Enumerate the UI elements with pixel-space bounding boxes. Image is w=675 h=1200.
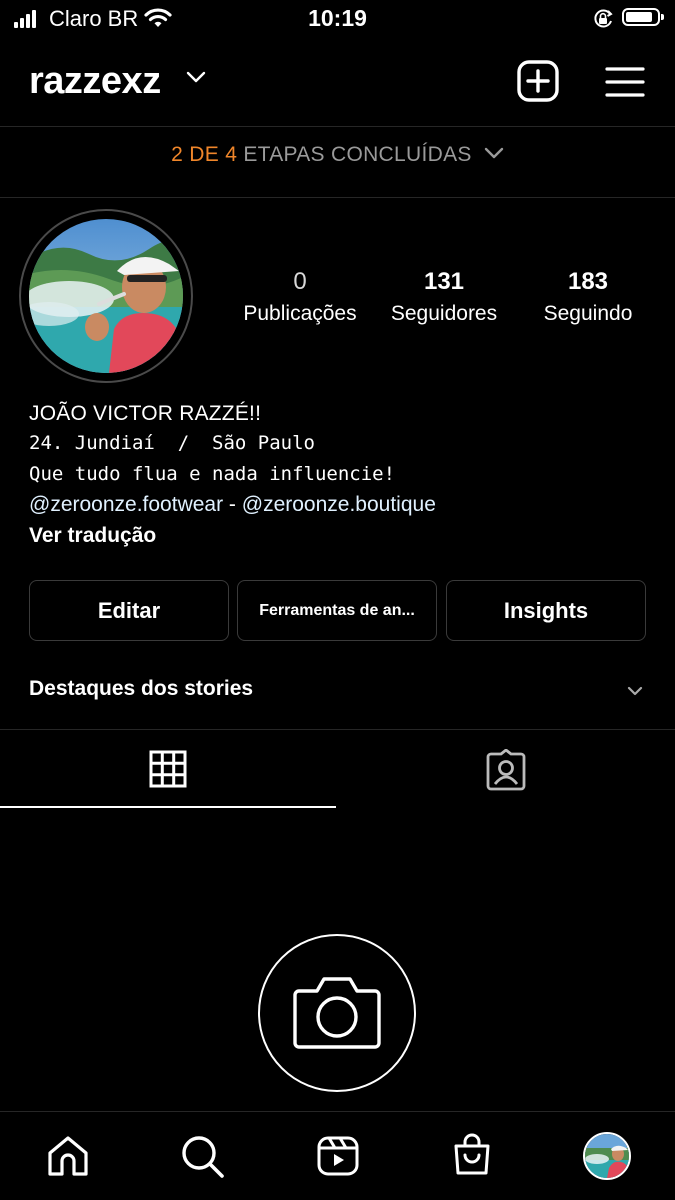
bio-motto: Que tudo flua e nada influencie!: [29, 463, 396, 485]
status-bar: Claro BR 10:19: [0, 0, 675, 38]
stat-value: 183: [567, 268, 609, 295]
story-highlights-header[interactable]: Destaques dos stories: [29, 677, 253, 701]
active-tab-indicator: [0, 806, 336, 808]
bottom-nav: [0, 1111, 675, 1200]
profile-tab-avatar[interactable]: [583, 1132, 631, 1180]
profile-display-name: JOÃO VICTOR RAZZÉ!!: [29, 402, 262, 425]
stat-value: 0: [293, 268, 307, 295]
steps-label: ETAPAS CONCLUÍDAS: [243, 143, 472, 166]
steps-progress-banner[interactable]: 2 DE 4 ETAPAS CONCLUÍDAS: [0, 143, 675, 167]
stat-posts: 0 Publicações: [230, 268, 370, 326]
see-translation-link[interactable]: Ver tradução: [29, 524, 156, 548]
stat-value: 131: [423, 268, 465, 295]
chevron-down-icon[interactable]: [186, 70, 206, 89]
professional-tools-label: Ferramentas de an...: [259, 601, 415, 619]
stat-following[interactable]: 183 Seguindo: [518, 268, 658, 326]
reels-icon[interactable]: [317, 1136, 359, 1181]
stat-followers[interactable]: 131 Seguidores: [374, 268, 514, 326]
professional-tools-button[interactable]: Ferramentas de an...: [237, 580, 437, 641]
search-icon[interactable]: [181, 1135, 225, 1184]
chevron-down-icon[interactable]: [627, 684, 643, 702]
steps-count: 2 DE 4: [171, 143, 238, 166]
stat-label: Seguidores: [390, 302, 498, 325]
stat-label: Seguindo: [543, 302, 633, 325]
status-time: 10:19: [308, 5, 367, 31]
bio-separator: -: [223, 493, 242, 516]
edit-profile-button[interactable]: Editar: [29, 580, 229, 641]
steps-divider: [0, 197, 675, 198]
highlights-divider: [0, 729, 675, 730]
camera-icon: [293, 971, 381, 1056]
edit-profile-label: Editar: [97, 597, 161, 623]
insights-button[interactable]: Insights: [446, 580, 646, 641]
profile-username[interactable]: razzexz: [29, 60, 161, 103]
bio-link-boutique[interactable]: @zeroonze.boutique: [242, 493, 436, 516]
home-icon[interactable]: [47, 1135, 89, 1182]
menu-icon[interactable]: [605, 66, 645, 103]
chevron-down-icon: [484, 148, 504, 159]
header-divider: [0, 126, 675, 127]
insights-label: Insights: [503, 597, 589, 623]
shop-icon[interactable]: [452, 1133, 492, 1182]
battery-icon: [622, 8, 664, 26]
stat-label: Publicações: [243, 302, 357, 325]
orientation-lock-icon: [592, 8, 614, 35]
tagged-icon[interactable]: [485, 748, 527, 796]
bio-links: @zeroonze.footwear - @zeroonze.boutique: [29, 493, 436, 517]
avatar[interactable]: [29, 219, 183, 373]
bio-link-footwear[interactable]: @zeroonze.footwear: [29, 493, 223, 516]
grid-icon[interactable]: [149, 750, 187, 793]
bio-location: 24. Jundiaí / São Paulo: [29, 432, 315, 454]
new-post-icon[interactable]: [517, 60, 559, 107]
